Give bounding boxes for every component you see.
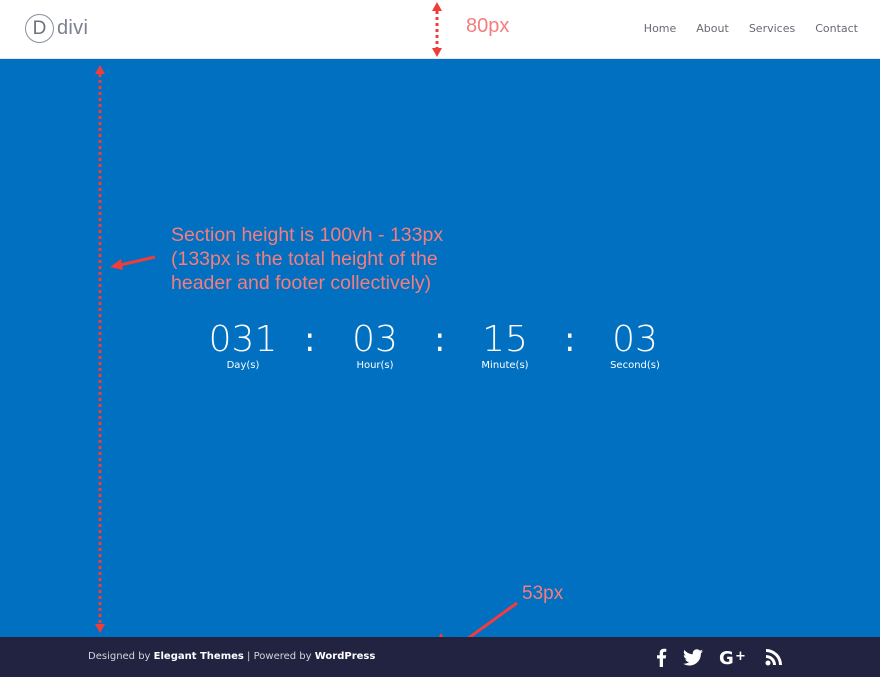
twitter-icon[interactable] (683, 645, 703, 669)
countdown-hours: 03 Hour(s) (315, 318, 435, 372)
powered-by-text: | Powered by (243, 651, 315, 662)
hours-label: Hour(s) (356, 360, 394, 371)
header-height-annotation: 80px (466, 15, 510, 37)
section-note-pointer (110, 255, 156, 270)
rss-icon[interactable] (765, 645, 783, 669)
annotation-line: (133px is the total height of the (171, 248, 438, 270)
footer-credits: Designed by Elegant Themes | Powered by … (88, 651, 375, 662)
countdown-separator: : (434, 320, 446, 360)
countdown-days: 031 Day(s) (183, 318, 303, 372)
footer-height-annotation: 53px (522, 583, 564, 604)
designed-by-text: Designed by (88, 651, 154, 662)
countdown-minutes: 15 Minute(s) (445, 318, 565, 372)
section-height-annotation: Section height is 100vh - 133px (133px i… (171, 223, 443, 295)
elegant-themes-link[interactable]: Elegant Themes (154, 651, 244, 662)
google-plus-icon[interactable]: G + (719, 645, 749, 669)
header-height-arrow (432, 2, 442, 57)
seconds-label: Second(s) (610, 360, 660, 371)
svg-text:+: + (735, 649, 746, 664)
days-value: 031 (208, 319, 278, 360)
annotation-line: Section height is 100vh - 133px (171, 224, 444, 246)
svg-text:G: G (719, 648, 734, 667)
countdown-seconds: 03 Second(s) (575, 318, 695, 372)
minutes-label: Minute(s) (481, 360, 529, 371)
hours-value: 03 (352, 319, 398, 360)
countdown-separator: : (564, 320, 576, 360)
countdown-separator: : (304, 320, 316, 360)
annotation-line: header and footer collectively) (171, 272, 432, 294)
days-label: Day(s) (226, 360, 260, 371)
social-links: G + (656, 645, 783, 669)
seconds-value: 03 (612, 319, 658, 360)
site-footer: Designed by Elegant Themes | Powered by … (0, 637, 880, 677)
countdown-timer: 031 Day(s) : 03 Hour(s) : 15 Minute(s) :… (0, 318, 880, 388)
facebook-icon[interactable] (656, 645, 667, 669)
wordpress-link[interactable]: WordPress (315, 651, 376, 662)
minutes-value: 15 (482, 319, 528, 360)
